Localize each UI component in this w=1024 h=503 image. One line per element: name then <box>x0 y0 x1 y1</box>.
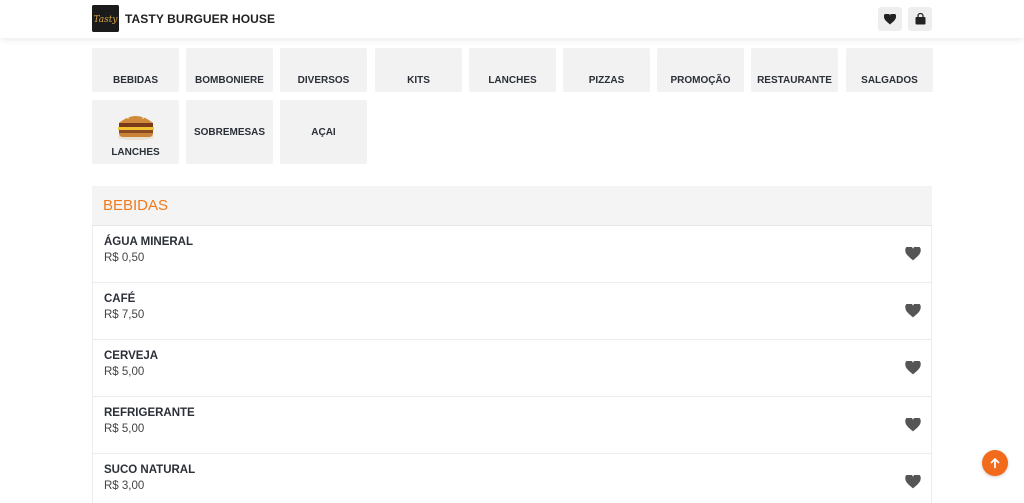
favorites-button[interactable] <box>878 7 902 31</box>
product-name: ÁGUA MINERAL <box>104 236 194 248</box>
heart-icon <box>884 13 896 24</box>
cart-button[interactable] <box>908 7 932 31</box>
category-restaurante[interactable]: RESTAURANTE <box>751 48 838 92</box>
category-bebidas[interactable]: BEBIDAS <box>92 48 179 92</box>
product-price: R$ 7,50 <box>104 309 145 321</box>
category-lanches-featured[interactable]: LANCHES <box>92 100 179 164</box>
category-label: DIVERSOS <box>297 75 350 86</box>
scroll-to-top-button[interactable] <box>982 450 1008 476</box>
brand-name[interactable]: TASTY BURGUER HOUSE <box>125 12 275 26</box>
category-label: PIZZAS <box>588 75 625 86</box>
section-header: BEBIDAS <box>92 186 932 226</box>
category-diversos[interactable]: DIVERSOS <box>280 48 367 92</box>
category-promocao[interactable]: PROMOÇÃO <box>657 48 744 92</box>
category-lanches[interactable]: LANCHES <box>469 48 556 92</box>
category-kits[interactable]: KITS <box>375 48 462 92</box>
shopping-bag-icon <box>915 13 925 25</box>
category-label: LANCHES <box>111 147 160 158</box>
heart-icon[interactable] <box>905 361 921 375</box>
product-name: CAFÉ <box>104 293 136 305</box>
burger-image <box>117 114 154 140</box>
category-label: AÇAI <box>311 126 336 138</box>
category-label: BEBIDAS <box>112 75 158 86</box>
category-bomboniere[interactable]: BOMBONIERE <box>186 48 273 92</box>
brand-logo[interactable]: Tasty <box>92 5 119 32</box>
arrow-up-icon <box>990 458 1000 469</box>
category-acai[interactable]: AÇAI <box>280 100 367 164</box>
category-sobremesas[interactable]: SOBREMESAS <box>186 100 273 164</box>
product-item[interactable]: ÁGUA MINERAL R$ 0,50 <box>92 226 932 283</box>
product-price: R$ 5,00 <box>104 423 145 435</box>
heart-icon[interactable] <box>905 418 921 432</box>
product-name: CERVEJA <box>104 350 159 362</box>
category-salgados[interactable]: SALGADOS <box>846 48 933 92</box>
product-price: R$ 3,00 <box>104 480 145 492</box>
product-price: R$ 0,50 <box>104 252 145 264</box>
category-label: KITS <box>407 75 430 86</box>
product-item[interactable]: SUCO NATURAL R$ 3,00 <box>92 454 932 503</box>
product-price: R$ 5,00 <box>104 366 145 378</box>
heart-icon[interactable] <box>905 247 921 261</box>
heart-icon[interactable] <box>905 304 921 318</box>
top-bar: Tasty TASTY BURGUER HOUSE <box>0 0 1024 38</box>
category-label: SOBREMESAS <box>193 126 266 138</box>
category-label: PROMOÇÃO <box>670 75 731 86</box>
product-item[interactable]: CERVEJA R$ 5,00 <box>92 340 932 397</box>
section-title: BEBIDAS <box>103 197 169 214</box>
category-label: BOMBONIERE <box>195 75 264 86</box>
category-label: LANCHES <box>488 75 537 86</box>
svg-text:Tasty: Tasty <box>94 15 119 25</box>
product-item[interactable]: REFRIGERANTE R$ 5,00 <box>92 397 932 454</box>
category-label: RESTAURANTE <box>757 75 832 86</box>
product-name: SUCO NATURAL <box>104 464 196 476</box>
category-pizzas[interactable]: PIZZAS <box>563 48 650 92</box>
category-label: SALGADOS <box>861 75 918 86</box>
logo-icon: Tasty <box>92 5 119 32</box>
product-name: REFRIGERANTE <box>104 407 195 419</box>
heart-icon[interactable] <box>905 475 921 489</box>
product-item[interactable]: CAFÉ R$ 7,50 <box>92 283 932 340</box>
